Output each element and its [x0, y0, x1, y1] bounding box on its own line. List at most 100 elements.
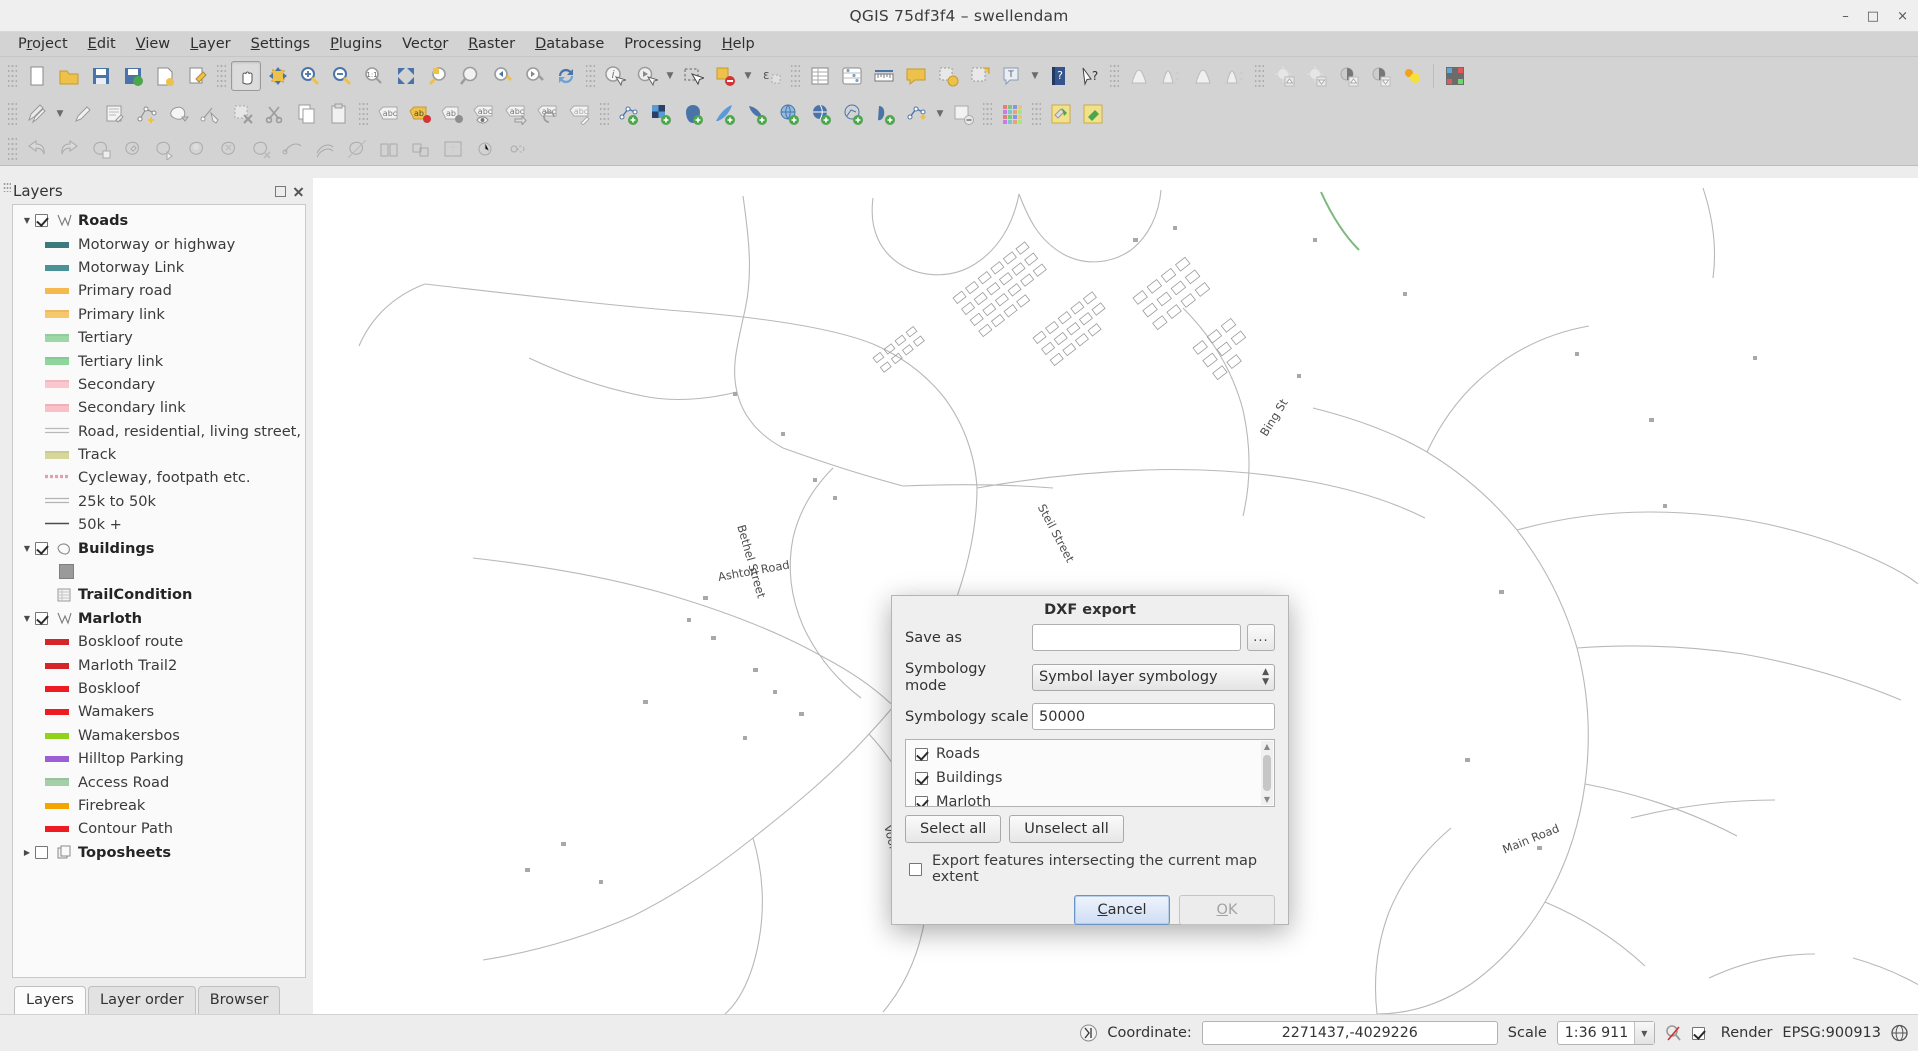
chevron-down-icon[interactable]: ▼ [53, 99, 67, 129]
magnifier-icon[interactable] [1665, 1024, 1682, 1042]
reshape-features-icon[interactable] [278, 134, 308, 164]
statistical-summary-icon[interactable] [837, 61, 867, 91]
cut-features-icon[interactable] [260, 99, 290, 129]
whats-this-icon[interactable]: ? [1075, 61, 1105, 91]
layer-visibility-checkbox[interactable] [35, 542, 48, 555]
html-annotation-icon[interactable]: T [997, 61, 1027, 91]
minimize-button[interactable]: – [1842, 9, 1849, 24]
delete-selected-icon[interactable] [228, 99, 258, 129]
current-edits-icon[interactable] [22, 99, 52, 129]
save-project-as-icon[interactable] [118, 61, 148, 91]
legend-item-motorway-or-highway[interactable]: Motorway or highway [13, 232, 305, 255]
zoom-full-icon[interactable] [391, 61, 421, 91]
list-scrollbar[interactable]: ▲ ▼ [1261, 741, 1273, 805]
pan-to-selection-icon[interactable] [263, 61, 293, 91]
layer-selection-list[interactable]: RoadsBuildingsMarloth ▲ ▼ [905, 739, 1275, 807]
move-label-icon[interactable]: abc [501, 99, 531, 129]
menu-item-help[interactable]: Help [712, 34, 765, 54]
zoom-in-icon[interactable] [295, 61, 325, 91]
add-spatialite-layer-icon[interactable] [710, 99, 740, 129]
toolbar-grip[interactable] [8, 101, 17, 127]
layer-group-toposheets[interactable]: ▶Toposheets [13, 841, 305, 864]
render-checkbox[interactable] [1692, 1027, 1705, 1040]
add-feature-icon[interactable] [132, 99, 162, 129]
legend-item-firebreak[interactable]: Firebreak [13, 794, 305, 817]
toolbar-grip[interactable] [359, 101, 368, 127]
legend-item-tertiary[interactable]: Tertiary [13, 326, 305, 349]
menu-item-project[interactable]: Project [8, 34, 78, 54]
coordinate-lock-icon[interactable] [1080, 1024, 1097, 1042]
add-ring-icon[interactable] [118, 134, 148, 164]
legend-item-secondary-link[interactable]: Secondary link [13, 396, 305, 419]
new-print-layout-icon[interactable] [150, 61, 180, 91]
export-layer-checkbox[interactable] [915, 772, 928, 785]
layer-group-roads[interactable]: ▼Roads [13, 209, 305, 232]
legend-item-boskloof[interactable]: Boskloof [13, 677, 305, 700]
close-button[interactable]: × [1897, 9, 1908, 24]
menu-item-view[interactable]: View [126, 34, 180, 54]
add-wms-layer-icon[interactable] [774, 99, 804, 129]
toolbar-grip[interactable] [983, 101, 992, 127]
rotate-point-symbols-icon[interactable] [470, 134, 500, 164]
layer-visibility-checkbox[interactable] [35, 846, 48, 859]
rotate-label-icon[interactable]: abc [533, 99, 563, 129]
menu-item-database[interactable]: Database [525, 34, 614, 54]
legend-item-secondary[interactable]: Secondary [13, 373, 305, 396]
save-project-icon[interactable] [86, 61, 116, 91]
export-layer-row-buildings[interactable]: Buildings [906, 766, 1274, 790]
menu-item-layer[interactable]: Layer [180, 34, 240, 54]
delete-ring-icon[interactable] [214, 134, 244, 164]
legend-item-hilltop-parking[interactable]: Hilltop Parking [13, 747, 305, 770]
identify-features-icon[interactable]: i [600, 61, 630, 91]
legend-item-cycleway-footpath-etc[interactable]: Cycleway, footpath etc. [13, 466, 305, 489]
legend-item-tertiary-link[interactable]: Tertiary link [13, 349, 305, 372]
export-layer-row-roads[interactable]: Roads [906, 742, 1274, 766]
style-manager-icon[interactable] [997, 99, 1027, 129]
new-vector-layer-icon[interactable] [614, 99, 644, 129]
add-postgis-layer-icon[interactable] [678, 99, 708, 129]
help-contents-icon[interactable]: ? [1043, 61, 1073, 91]
split-parts-icon[interactable] [374, 134, 404, 164]
legend-item-access-road[interactable]: Access Road [13, 770, 305, 793]
scrollbar-thumb[interactable] [1263, 755, 1271, 791]
save-as-input[interactable] [1032, 624, 1241, 651]
fill-ring-icon[interactable] [182, 134, 212, 164]
legend-item-motorway-link[interactable]: Motorway Link [13, 256, 305, 279]
delete-part-icon[interactable] [246, 134, 276, 164]
deselect-features-icon[interactable] [710, 61, 740, 91]
cancel-button[interactable]: Cancel [1074, 895, 1170, 925]
zoom-native-icon[interactable]: 1:1 [359, 61, 389, 91]
panel-tab-browser[interactable]: Browser [198, 986, 281, 1014]
toggle-editing-icon[interactable] [68, 99, 98, 129]
legend-item-primary-road[interactable]: Primary road [13, 279, 305, 302]
coordinate-input[interactable]: 2271437,-4029226 [1202, 1021, 1498, 1045]
measure-line-icon[interactable] [869, 61, 899, 91]
expand-toggle-icon[interactable]: ▶ [19, 848, 35, 857]
python-console-icon[interactable] [1078, 99, 1108, 129]
toolbar-grip[interactable] [217, 63, 226, 89]
layer-visibility-checkbox[interactable] [35, 214, 48, 227]
toolbar-grip[interactable] [600, 101, 609, 127]
text-annotation-icon[interactable] [965, 61, 995, 91]
save-layer-edits-icon[interactable] [100, 99, 130, 129]
select-features-icon[interactable] [678, 61, 708, 91]
zoom-to-layer-icon[interactable] [455, 61, 485, 91]
layer-visibility-checkbox[interactable] [35, 612, 48, 625]
zoom-next-icon[interactable] [519, 61, 549, 91]
symbology-scale-input[interactable]: 50000 [1032, 703, 1275, 730]
contrast-down-icon[interactable] [1365, 61, 1395, 91]
crs-status-icon[interactable] [1891, 1024, 1908, 1042]
vertex-tool-icon[interactable] [196, 99, 226, 129]
layer-group-buildings[interactable]: ▼Buildings [13, 536, 305, 559]
raise-layer-icon[interactable] [1124, 61, 1154, 91]
toolbar-grip[interactable] [8, 63, 17, 89]
simplify-feature-icon[interactable] [86, 134, 116, 164]
layer-group-marloth[interactable]: ▼Marloth [13, 607, 305, 630]
chevron-down-icon[interactable]: ▼ [1028, 61, 1042, 91]
panel-tab-layer-order[interactable]: Layer order [88, 986, 196, 1014]
merge-features-icon[interactable] [406, 134, 436, 164]
raise-contrast-icon[interactable] [1156, 61, 1186, 91]
scale-combo[interactable]: 1:36 911 ▼ [1557, 1021, 1655, 1045]
brightness-up-icon[interactable] [1269, 61, 1299, 91]
show-hide-labels-icon[interactable]: abc [469, 99, 499, 129]
